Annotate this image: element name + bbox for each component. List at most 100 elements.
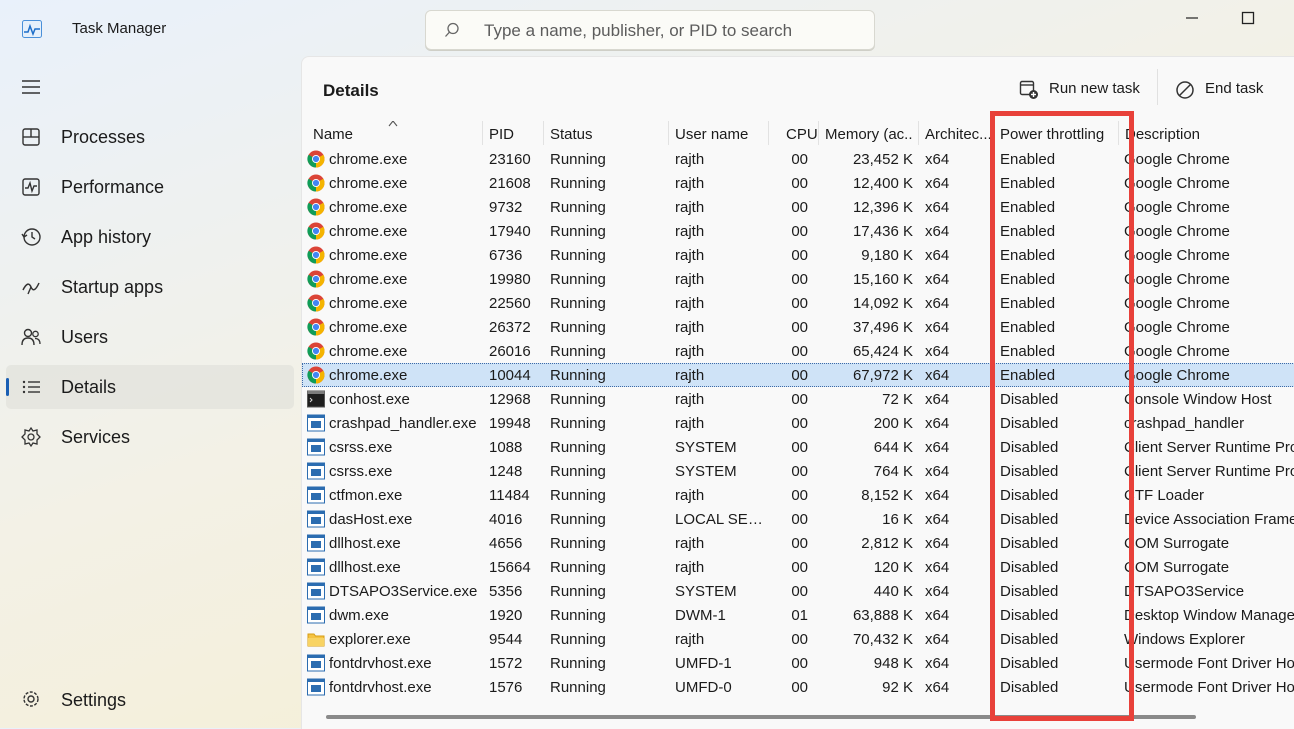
process-pid: 19948: [489, 415, 531, 432]
table-row[interactable]: chrome.exe 17940 Running rajth 00 17,436 K x64…: [302, 219, 1294, 243]
process-pid: 11484: [489, 487, 530, 504]
search-box[interactable]: [425, 10, 875, 50]
hamburger-menu-icon[interactable]: [20, 76, 42, 98]
search-input[interactable]: [482, 19, 866, 43]
column-divider[interactable]: [768, 121, 769, 145]
end-task-button[interactable]: End task: [1175, 76, 1270, 104]
table-row[interactable]: chrome.exe 10044 Running rajth 00 67,972 K x64…: [302, 363, 1294, 387]
process-cpu: 00: [791, 247, 808, 264]
column-divider[interactable]: [993, 121, 994, 145]
table-row[interactable]: chrome.exe 19980 Running rajth 00 15,160 K x64…: [302, 267, 1294, 291]
search-icon: [445, 22, 459, 37]
process-pid: 1572: [489, 655, 523, 672]
process-power-throttling: Enabled: [1000, 319, 1056, 336]
process-architecture: x64: [925, 463, 950, 480]
table-row[interactable]: csrss.exe 1088 Running SYSTEM 00 644 K x64 Disa…: [302, 435, 1294, 459]
table-row[interactable]: dllhost.exe 15664 Running rajth 00 120 K x64 Di…: [302, 555, 1294, 579]
gear-icon: [23, 691, 39, 707]
nav-item-processes[interactable]: Processes: [6, 115, 294, 159]
nav-item-app-history[interactable]: App history: [6, 215, 294, 259]
table-row[interactable]: explorer.exe 9544 Running rajth 00 70,432 K x6…: [302, 627, 1294, 651]
nav-item-services[interactable]: Services: [6, 415, 294, 459]
chrome-icon: [307, 150, 325, 168]
process-name: fontdrvhost.exe: [329, 655, 432, 672]
process-status: Running: [550, 439, 606, 456]
table-row[interactable]: crashpad_handler.exe 19948 Running rajth 00 2…: [302, 411, 1294, 435]
process-description: Google Chrome: [1124, 175, 1230, 192]
column-divider[interactable]: [818, 121, 819, 145]
minimize-icon[interactable]: [1180, 8, 1204, 28]
process-pid: 4656: [489, 535, 523, 552]
table-row[interactable]: dllhost.exe 4656 Running rajth 00 2,812 K x64 D…: [302, 531, 1294, 555]
column-divider[interactable]: [668, 121, 669, 145]
nav-item-users[interactable]: Users: [6, 315, 294, 359]
table-row[interactable]: dasHost.exe 4016 Running LOCAL SER... 00 16 K…: [302, 507, 1294, 531]
process-pid: 5356: [489, 583, 523, 600]
column-header-description[interactable]: Description: [1125, 126, 1200, 143]
nav-item-details[interactable]: Details: [6, 365, 294, 409]
column-divider[interactable]: [543, 121, 544, 145]
table-row[interactable]: conhost.exe 12968 Running rajth 00 72 K x64 Dis…: [302, 387, 1294, 411]
process-pid: 26016: [489, 343, 531, 360]
maximize-icon[interactable]: [1236, 8, 1260, 28]
table-row[interactable]: chrome.exe 26372 Running rajth 00 37,496 K x64…: [302, 315, 1294, 339]
column-divider[interactable]: [918, 121, 919, 145]
console-icon: [307, 390, 325, 408]
table-row[interactable]: csrss.exe 1248 Running SYSTEM 00 764 K x64 Disa…: [302, 459, 1294, 483]
process-memory: 9,180 K: [861, 247, 913, 264]
table-row[interactable]: chrome.exe 26016 Running rajth 00 65,424 K x64…: [302, 339, 1294, 363]
table-row[interactable]: chrome.exe 9732 Running rajth 00 12,396 K x64 E…: [302, 195, 1294, 219]
table-row[interactable]: chrome.exe 22560 Running rajth 00 14,092 K x64…: [302, 291, 1294, 315]
process-architecture: x64: [925, 511, 950, 528]
table-row[interactable]: fontdrvhost.exe 1576 Running UMFD-0 00 92 K x6…: [302, 675, 1294, 699]
process-cpu: 00: [791, 343, 808, 360]
process-user-name: SYSTEM: [675, 583, 737, 600]
process-cpu: 00: [791, 559, 808, 576]
column-header-pid[interactable]: PID: [489, 126, 514, 143]
process-cpu: 00: [791, 511, 808, 528]
chrome-icon: [307, 318, 325, 336]
table-row[interactable]: chrome.exe 23160 Running rajth 00 23,452 K x64…: [302, 147, 1294, 171]
startup-icon: [22, 282, 40, 295]
process-cpu: 00: [791, 271, 808, 288]
process-status: Running: [550, 463, 606, 480]
column-divider[interactable]: [1118, 121, 1119, 145]
column-header-status[interactable]: Status: [550, 126, 593, 143]
chrome-icon: [307, 198, 325, 216]
process-name: chrome.exe: [329, 343, 408, 360]
column-header-name[interactable]: Name: [313, 126, 353, 143]
table-header: Name PID Status User name CPU Memory (ac…: [302, 121, 1294, 147]
process-description: Client Server Runtime Proc: [1124, 439, 1294, 456]
column-header-architecture[interactable]: Architec...: [925, 126, 993, 143]
nav-item-performance[interactable]: Performance: [6, 165, 294, 209]
table-row[interactable]: fontdrvhost.exe 1572 Running UMFD-1 00 948 K x…: [302, 651, 1294, 675]
process-architecture: x64: [925, 247, 950, 264]
process-power-throttling: Disabled: [1000, 391, 1059, 408]
process-memory: 23,452 K: [852, 151, 913, 168]
process-name: chrome.exe: [329, 151, 408, 168]
process-description: Client Server Runtime Proc: [1124, 463, 1294, 480]
table-row[interactable]: DTSAPO3Service.exe 5356 Running SYSTEM 00 440…: [302, 579, 1294, 603]
process-cpu: 00: [791, 415, 808, 432]
process-user-name: rajth: [675, 487, 705, 504]
nav-item-settings[interactable]: Settings: [6, 678, 294, 722]
column-header-cpu[interactable]: CPU: [786, 126, 818, 143]
column-divider[interactable]: [482, 121, 483, 145]
column-header-user-name[interactable]: User name: [675, 126, 748, 143]
process-status: Running: [550, 367, 606, 384]
table-row[interactable]: chrome.exe 6736 Running rajth 00 9,180 K x64 En…: [302, 243, 1294, 267]
horizontal-scrollbar[interactable]: [326, 715, 1196, 719]
run-new-task-button[interactable]: Run new task: [1019, 76, 1144, 104]
process-cpu: 00: [791, 463, 808, 480]
table-row[interactable]: chrome.exe 21608 Running rajth 00 12,400 K x64…: [302, 171, 1294, 195]
table-row[interactable]: ctfmon.exe 11484 Running rajth 00 8,152 K x64 D…: [302, 483, 1294, 507]
table-row[interactable]: dwm.exe 1920 Running DWM-1 01 63,888 K x64 Disa…: [302, 603, 1294, 627]
process-architecture: x64: [925, 583, 950, 600]
process-name: DTSAPO3Service.exe: [329, 583, 478, 600]
nav-item-startup-apps[interactable]: Startup apps: [6, 265, 294, 309]
column-header-memory[interactable]: Memory (ac...: [825, 126, 913, 143]
process-user-name: rajth: [675, 151, 705, 168]
process-power-throttling: Disabled: [1000, 439, 1059, 456]
column-header-power-throttling[interactable]: Power throttling: [1000, 126, 1104, 143]
process-power-throttling: Disabled: [1000, 631, 1059, 648]
